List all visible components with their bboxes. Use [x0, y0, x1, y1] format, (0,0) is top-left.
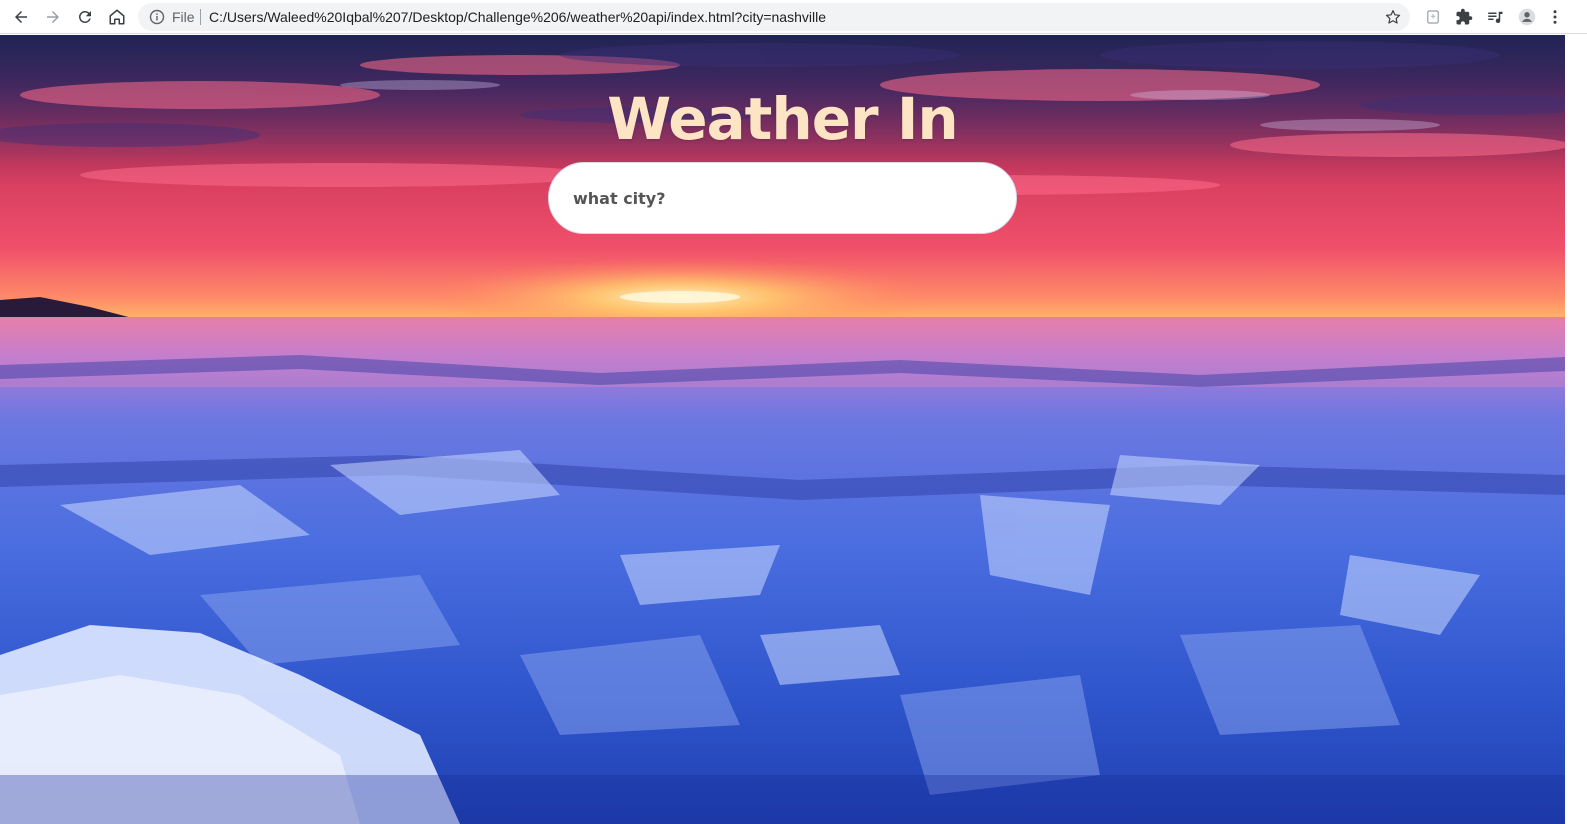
url-text[interactable]: C:/Users/Waleed%20Iqbal%207/Desktop/Chal… [209, 9, 826, 25]
url-scheme-label: File [172, 9, 195, 25]
city-search-input[interactable] [573, 188, 992, 208]
page-title: Weather In [607, 85, 958, 153]
forward-icon[interactable] [40, 4, 66, 30]
media-control-icon[interactable] [1482, 4, 1508, 30]
scrollbar-gutter [1565, 35, 1587, 824]
address-bar[interactable]: File C:/Users/Waleed%20Iqbal%207/Desktop… [138, 3, 1410, 31]
background-image [0, 35, 1565, 824]
url-separator [200, 9, 201, 25]
browser-toolbar: File C:/Users/Waleed%20Iqbal%207/Desktop… [0, 0, 1587, 34]
star-icon[interactable] [1384, 8, 1402, 26]
city-search-box[interactable] [548, 162, 1017, 234]
info-icon[interactable] [149, 9, 165, 25]
extension-box-icon[interactable] [1420, 4, 1446, 30]
page-viewport: Weather In [0, 35, 1565, 824]
profile-icon[interactable] [1514, 4, 1540, 30]
puzzle-icon[interactable] [1451, 4, 1477, 30]
menu-dots-icon[interactable] [1548, 4, 1562, 30]
reload-icon[interactable] [72, 4, 98, 30]
home-icon[interactable] [104, 4, 130, 30]
back-icon[interactable] [8, 4, 34, 30]
